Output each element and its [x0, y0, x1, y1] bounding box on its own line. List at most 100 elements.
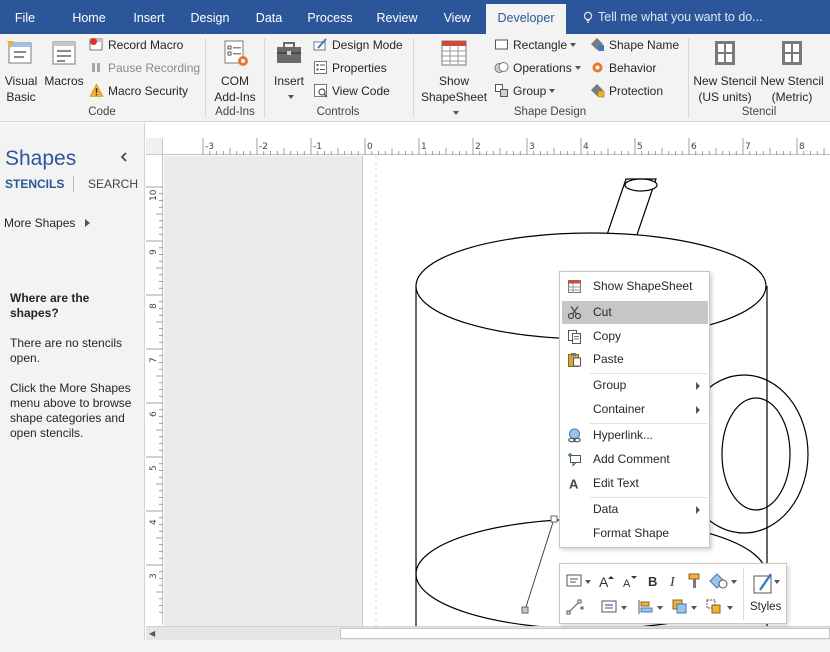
drawing-canvas[interactable]: [164, 156, 830, 626]
rectangle-button[interactable]: Rectangle: [494, 35, 577, 55]
pause-icon: [92, 63, 100, 72]
menu-item-container[interactable]: Container: [562, 398, 708, 421]
macro-security-button[interactable]: Macro Security: [89, 81, 188, 101]
menu-item-hyperlink[interactable]: Hyperlink...: [562, 424, 708, 447]
group-label-code: Code: [88, 106, 116, 118]
connector-tool-button[interactable]: [565, 597, 585, 617]
tab-separator: [73, 176, 74, 192]
menu-item-format-shape[interactable]: Format Shape: [562, 522, 708, 545]
tab-search[interactable]: SEARCH: [88, 177, 138, 191]
no-stencils-text: There are no stencils open.: [10, 336, 123, 365]
behavior-label: Behavior: [609, 61, 657, 75]
collapse-pane-button[interactable]: [120, 151, 128, 165]
protection-button[interactable]: Protection: [590, 81, 663, 101]
behavior-button[interactable]: Behavior: [590, 58, 656, 78]
ruler-label: 4: [149, 519, 159, 525]
toolbox-icon: [277, 42, 301, 63]
operations-button[interactable]: Operations: [494, 58, 581, 78]
menu-item-add-comment[interactable]: Add Comment: [562, 448, 708, 471]
tab-data[interactable]: Data: [246, 4, 292, 34]
insert-control-button[interactable]: Insert: [270, 37, 308, 105]
tab-process[interactable]: Process: [300, 4, 360, 34]
straw-top-shape[interactable]: [624, 178, 658, 192]
styles-button[interactable]: [750, 570, 782, 598]
connector-handle-start[interactable]: [550, 515, 558, 523]
com-addins-button[interactable]: COM Add-Ins: [212, 37, 258, 105]
tab-view[interactable]: View: [434, 4, 480, 34]
ruler-label: 6: [149, 411, 159, 417]
view-code-icon: [314, 84, 328, 98]
visual-basic-button[interactable]: Visual Basic: [2, 37, 40, 105]
show-shapesheet-button[interactable]: Show ShapeSheet: [418, 37, 490, 121]
menu-item-cut[interactable]: Cut: [562, 301, 708, 324]
horizontal-ruler[interactable]: -3 -2 -1 0 1 2 3 4 5 6 7 8: [163, 138, 830, 155]
lightbulb-icon: [583, 11, 593, 23]
menu-item-label: Add Comment: [593, 452, 670, 466]
ribbon-tab-bar: File Home Insert Design Data Process Rev…: [0, 0, 830, 34]
increase-font-button[interactable]: A: [597, 571, 617, 591]
text-block-button[interactable]: [565, 571, 593, 591]
ruler-label: 10: [149, 189, 159, 201]
com-addins-icon: [224, 40, 248, 66]
group-button[interactable]: Group: [494, 81, 556, 101]
ribbon-separator: [205, 38, 206, 118]
scrollbar-thumb[interactable]: [340, 628, 830, 639]
menu-item-label: Format Shape: [593, 526, 670, 540]
scroll-left-arrow-icon[interactable]: ◀: [149, 629, 155, 638]
mini-toolbar: A A B I Styles: [559, 563, 787, 624]
menu-item-group[interactable]: Group: [562, 374, 708, 397]
format-painter-icon: [688, 573, 700, 588]
visual-basic-label-2: Basic: [6, 90, 36, 104]
show-shapesheet-label-2-text: ShapeSheet: [420, 90, 488, 104]
group-label-shape-design: Shape Design: [513, 106, 587, 118]
tab-developer[interactable]: Developer: [486, 4, 566, 34]
connector-handle-end[interactable]: [521, 606, 529, 614]
bold-button[interactable]: B: [643, 571, 663, 591]
macros-button[interactable]: Macros: [43, 37, 85, 89]
tab-review[interactable]: Review: [368, 4, 426, 34]
italic-button[interactable]: I: [664, 571, 684, 591]
position-button[interactable]: [636, 597, 666, 617]
cup-handle-inner[interactable]: [721, 397, 791, 511]
menu-item-paste[interactable]: Paste: [562, 348, 708, 371]
align-text-button[interactable]: [600, 597, 630, 617]
decrease-font-button[interactable]: A: [620, 571, 640, 591]
new-stencil-us-button[interactable]: New Stencil (US units): [692, 37, 758, 105]
macro-security-label: Macro Security: [108, 84, 189, 98]
menu-item-label: Data: [593, 502, 619, 516]
tell-me-search[interactable]: Tell me what you want to do...: [582, 4, 763, 30]
tab-design[interactable]: Design: [182, 4, 238, 34]
menu-item-show-shapesheet[interactable]: Show ShapeSheet: [562, 275, 708, 298]
view-code-button[interactable]: View Code: [313, 81, 390, 101]
bring-to-front-button[interactable]: [670, 597, 700, 617]
macros-label: Macros: [44, 74, 84, 88]
tab-home[interactable]: Home: [62, 4, 116, 34]
record-macro-button[interactable]: Record Macro: [89, 35, 183, 55]
show-shapesheet-label-1: Show: [438, 74, 470, 88]
menu-item-copy[interactable]: Copy: [562, 325, 708, 348]
quick-styles-button[interactable]: [708, 571, 740, 591]
format-painter-button[interactable]: [686, 571, 706, 591]
design-mode-button[interactable]: Design Mode: [313, 35, 403, 55]
send-to-back-button[interactable]: [704, 597, 736, 617]
status-bar: [0, 640, 830, 652]
ruler-label: 9: [149, 249, 159, 255]
menu-item-edit-text[interactable]: A Edit Text: [562, 472, 708, 495]
menu-item-label: Hyperlink...: [593, 428, 654, 442]
new-stencil-metric-button[interactable]: New Stencil (Metric): [758, 37, 826, 105]
tab-insert[interactable]: Insert: [122, 4, 176, 34]
vertical-ruler[interactable]: 10 9 8 7 6 5 4 3: [146, 155, 163, 625]
ruler-label: 7: [149, 357, 159, 363]
tab-file[interactable]: File: [2, 4, 48, 34]
properties-button[interactable]: Properties: [313, 58, 387, 78]
shape-name-button[interactable]: Shape Name: [590, 35, 679, 55]
menu-item-data[interactable]: Data: [562, 498, 708, 521]
design-mode-label: Design Mode: [332, 38, 403, 52]
more-shapes-button[interactable]: More Shapes: [4, 216, 91, 230]
show-shapesheet-label-2: ShapeSheet: [418, 89, 490, 121]
group-label-addins: Add-Ins: [215, 106, 255, 118]
selected-connector[interactable]: [524, 518, 555, 611]
tab-stencils[interactable]: STENCILS: [5, 177, 64, 191]
horizontal-scrollbar[interactable]: ◀: [146, 626, 830, 640]
bring-to-front-icon: [672, 599, 697, 614]
